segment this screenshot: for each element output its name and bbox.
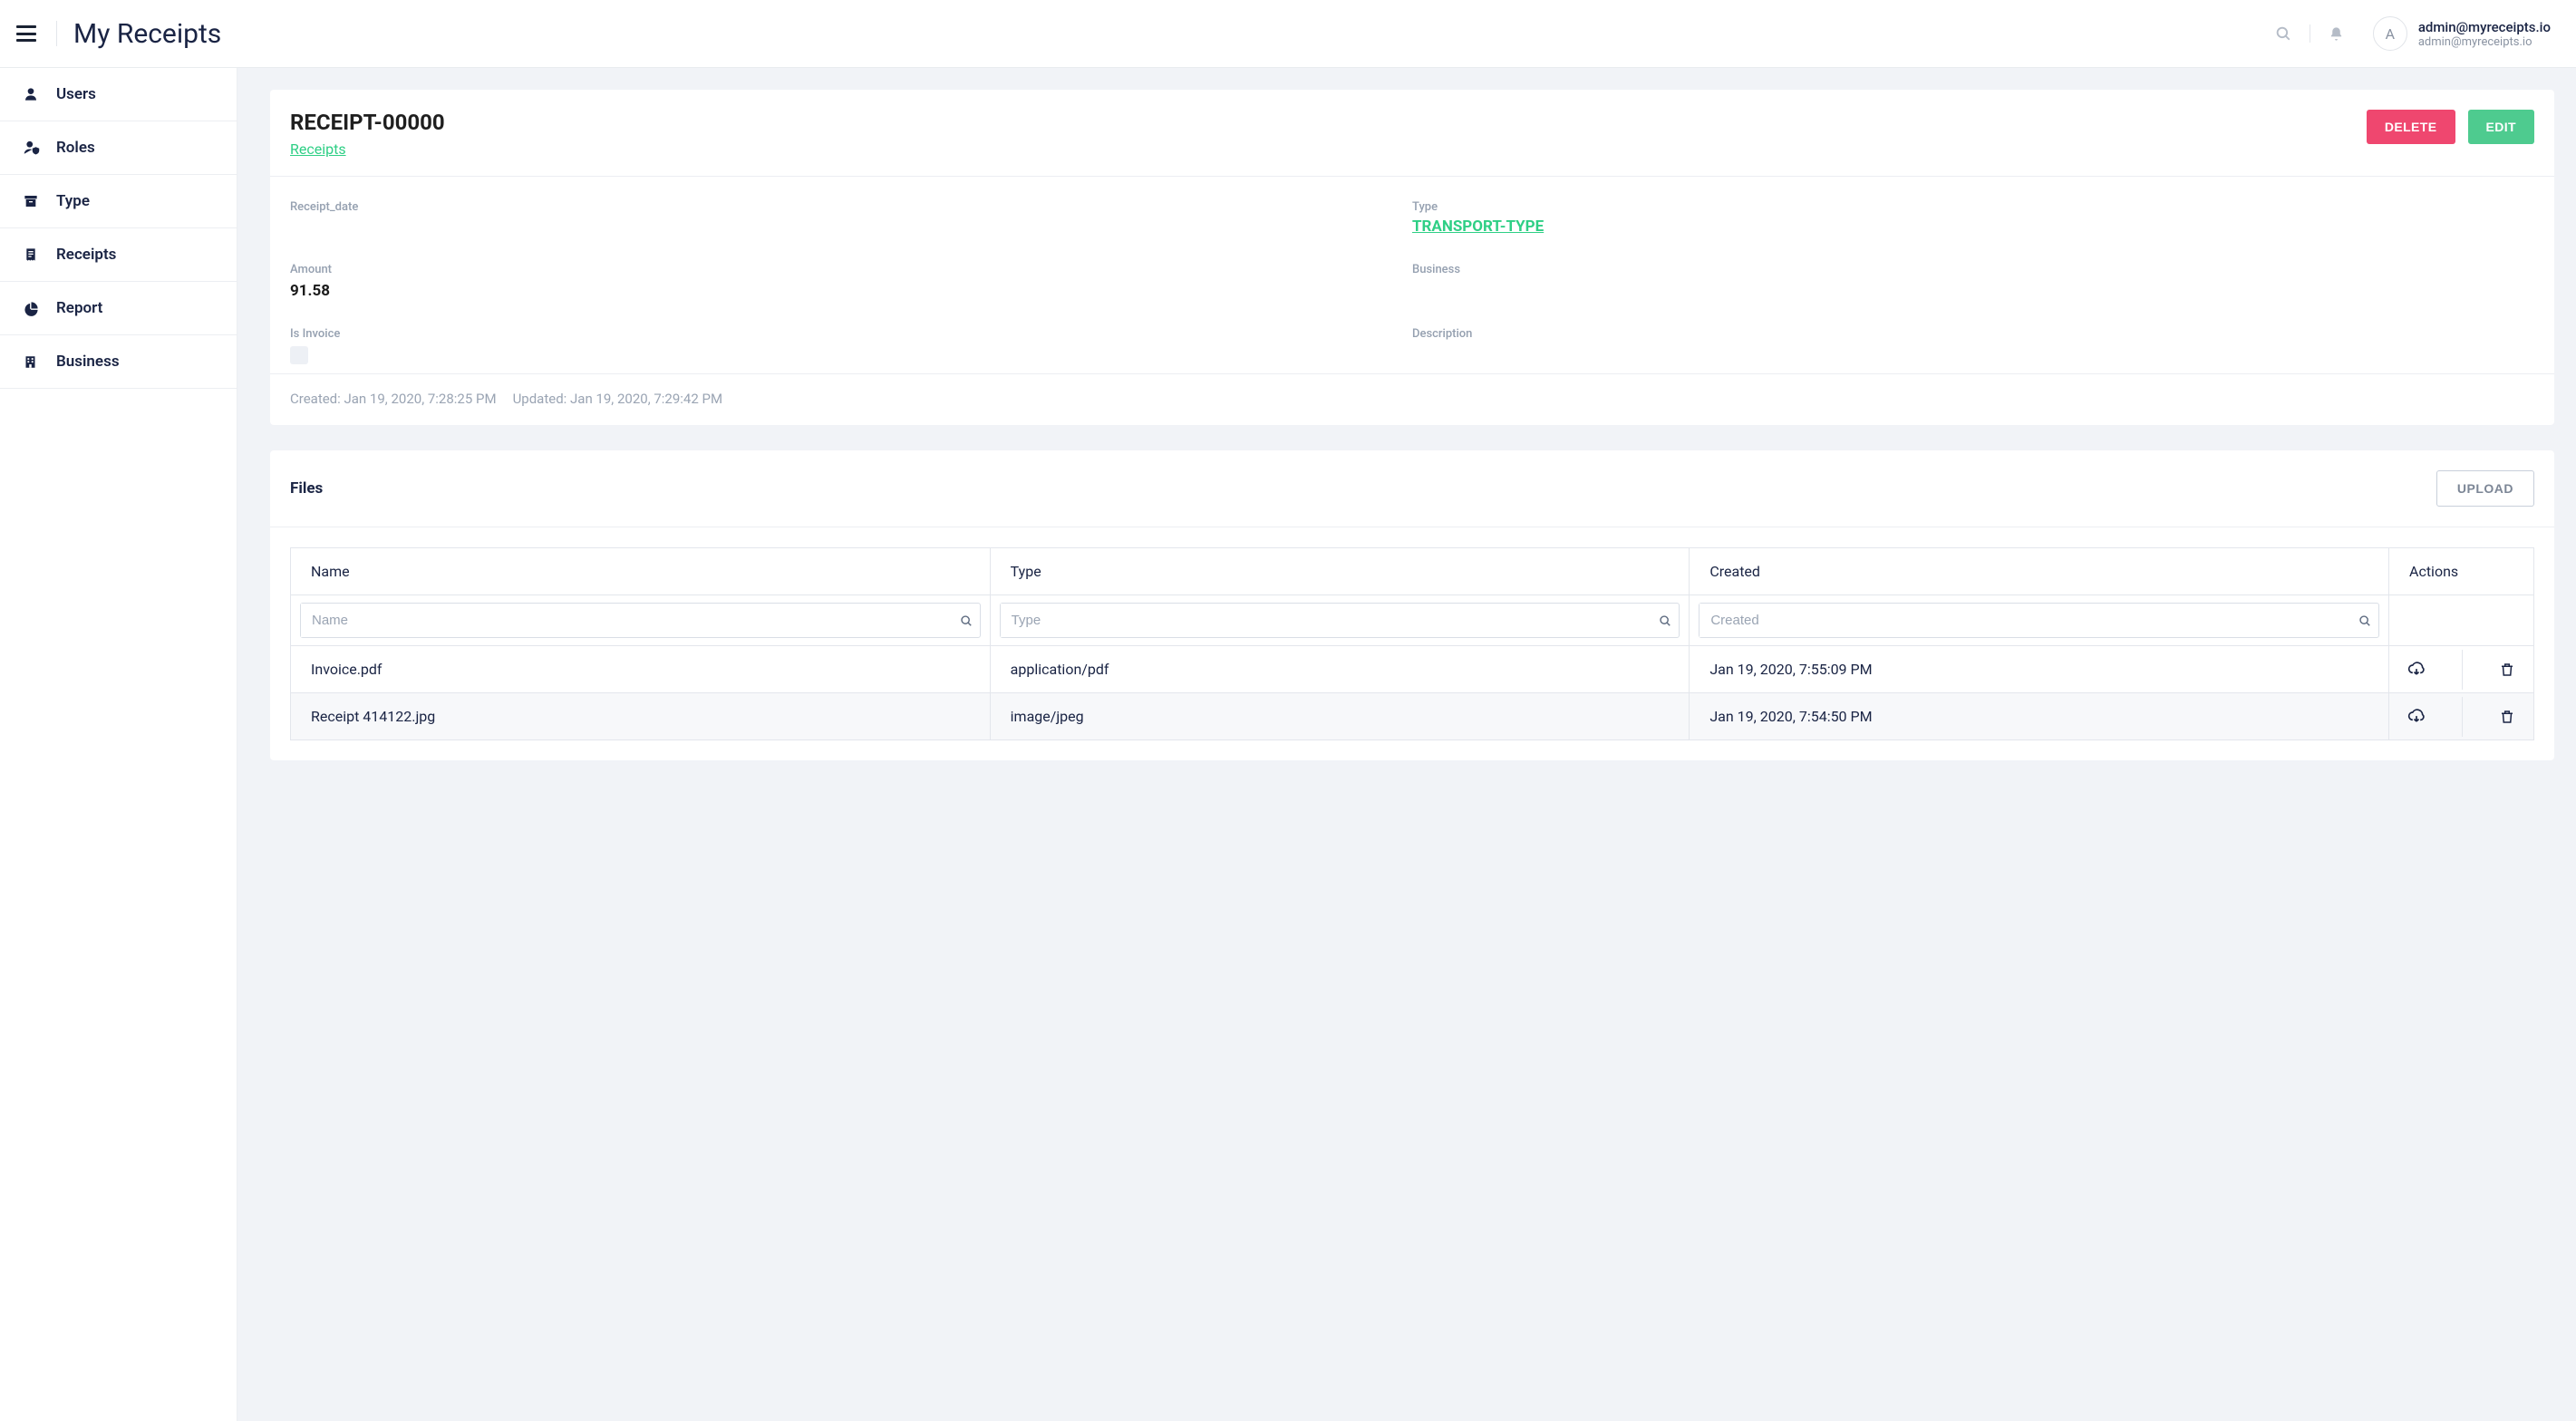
field-label: Description xyxy=(1412,327,2534,341)
divider xyxy=(56,21,57,46)
sidebar-item-label: Business xyxy=(56,353,120,371)
pie-chart-icon xyxy=(24,301,42,316)
files-card: Files UPLOAD Name Type Created Actions xyxy=(270,450,2554,760)
avatar[interactable]: A xyxy=(2373,16,2407,51)
filter-name-input[interactable] xyxy=(301,604,960,637)
field-amount: Amount 91.58 xyxy=(290,263,1412,300)
trash-icon[interactable] xyxy=(2499,709,2515,725)
col-created[interactable]: Created xyxy=(1690,548,2389,595)
receipt-detail-card: RECEIPT-00000 Receipts DELETE EDIT Recei… xyxy=(270,90,2554,425)
avatar-letter: A xyxy=(2386,25,2395,43)
user-shield-icon xyxy=(24,140,42,156)
sidebar-item-label: Roles xyxy=(56,139,95,157)
field-description: Description xyxy=(1412,327,2534,364)
field-label: Is Invoice xyxy=(290,327,1412,341)
field-label: Business xyxy=(1412,263,2534,276)
table-row: Receipt 414122.jpg image/jpeg Jan 19, 20… xyxy=(291,693,2534,740)
page-title: RECEIPT-00000 xyxy=(290,110,2367,135)
files-table: Name Type Created Actions xyxy=(290,547,2534,740)
col-actions: Actions xyxy=(2389,548,2534,595)
sidebar-item-report[interactable]: Report xyxy=(0,282,237,335)
filter-created xyxy=(1699,603,2379,638)
cell-name: Invoice.pdf xyxy=(291,646,991,693)
search-icon[interactable] xyxy=(1659,614,1671,627)
cell-created: Jan 19, 2020, 7:55:09 PM xyxy=(1690,646,2389,693)
breadcrumb-receipts-link[interactable]: Receipts xyxy=(290,140,346,158)
field-receipt-date: Receipt_date xyxy=(290,200,1412,236)
sidebar: Users Roles Type Receipts Report Busines… xyxy=(0,68,237,1421)
delete-button[interactable]: DELETE xyxy=(2367,110,2455,144)
cell-created: Jan 19, 2020, 7:54:50 PM xyxy=(1690,693,2389,740)
cell-name: Receipt 414122.jpg xyxy=(291,693,991,740)
cell-type: application/pdf xyxy=(990,646,1690,693)
type-link[interactable]: TRANSPORT-TYPE xyxy=(1412,218,1544,236)
user-primary: admin@myreceipts.io xyxy=(2418,19,2551,35)
field-label: Type xyxy=(1412,200,2534,214)
field-type: Type TRANSPORT-TYPE xyxy=(1412,200,2534,236)
user-block[interactable]: admin@myreceipts.io admin@myreceipts.io xyxy=(2418,19,2551,49)
edit-button[interactable]: EDIT xyxy=(2468,110,2535,144)
updated-timestamp: Updated: Jan 19, 2020, 7:29:42 PM xyxy=(513,391,723,407)
upload-button[interactable]: UPLOAD xyxy=(2436,470,2534,507)
field-label: Amount xyxy=(290,263,1412,276)
created-timestamp: Created: Jan 19, 2020, 7:28:25 PM xyxy=(290,391,497,407)
trash-icon[interactable] xyxy=(2499,662,2515,678)
download-icon[interactable] xyxy=(2407,708,2426,726)
sidebar-item-type[interactable]: Type xyxy=(0,175,237,228)
sidebar-item-business[interactable]: Business xyxy=(0,335,237,389)
sidebar-item-users[interactable]: Users xyxy=(0,68,237,121)
main-content: RECEIPT-00000 Receipts DELETE EDIT Recei… xyxy=(237,68,2576,1421)
sidebar-item-label: Users xyxy=(56,85,96,103)
search-icon[interactable] xyxy=(2358,614,2371,627)
building-icon xyxy=(24,354,42,370)
search-icon[interactable] xyxy=(960,614,973,627)
filter-created-input[interactable] xyxy=(1700,604,2358,637)
user-secondary: admin@myreceipts.io xyxy=(2418,35,2551,49)
menu-toggle-icon[interactable] xyxy=(16,25,36,42)
user-icon xyxy=(24,87,42,102)
sidebar-item-roles[interactable]: Roles xyxy=(0,121,237,175)
sidebar-item-label: Report xyxy=(56,299,102,317)
sidebar-item-receipts[interactable]: Receipts xyxy=(0,228,237,282)
field-label: Receipt_date xyxy=(290,200,1412,214)
sidebar-item-label: Receipts xyxy=(56,246,116,264)
download-icon[interactable] xyxy=(2407,661,2426,679)
filter-name xyxy=(300,603,981,638)
table-row: Invoice.pdf application/pdf Jan 19, 2020… xyxy=(291,646,2534,693)
search-icon[interactable] xyxy=(2275,25,2291,42)
archive-icon xyxy=(24,194,42,208)
field-business: Business xyxy=(1412,263,2534,300)
cell-type: image/jpeg xyxy=(990,693,1690,740)
sidebar-item-label: Type xyxy=(56,192,90,210)
is-invoice-checkbox[interactable] xyxy=(290,346,308,364)
filter-type xyxy=(1000,603,1680,638)
filter-type-input[interactable] xyxy=(1001,604,1660,637)
field-value: 91.58 xyxy=(290,282,1412,300)
topbar: My Receipts A admin@myreceipts.io admin@… xyxy=(0,0,2576,68)
receipt-icon xyxy=(24,247,42,262)
field-is-invoice: Is Invoice xyxy=(290,327,1412,364)
bell-icon[interactable] xyxy=(2329,26,2344,42)
col-name[interactable]: Name xyxy=(291,548,991,595)
files-title: Files xyxy=(290,479,2436,498)
app-title: My Receipts xyxy=(73,18,221,50)
col-type[interactable]: Type xyxy=(990,548,1690,595)
